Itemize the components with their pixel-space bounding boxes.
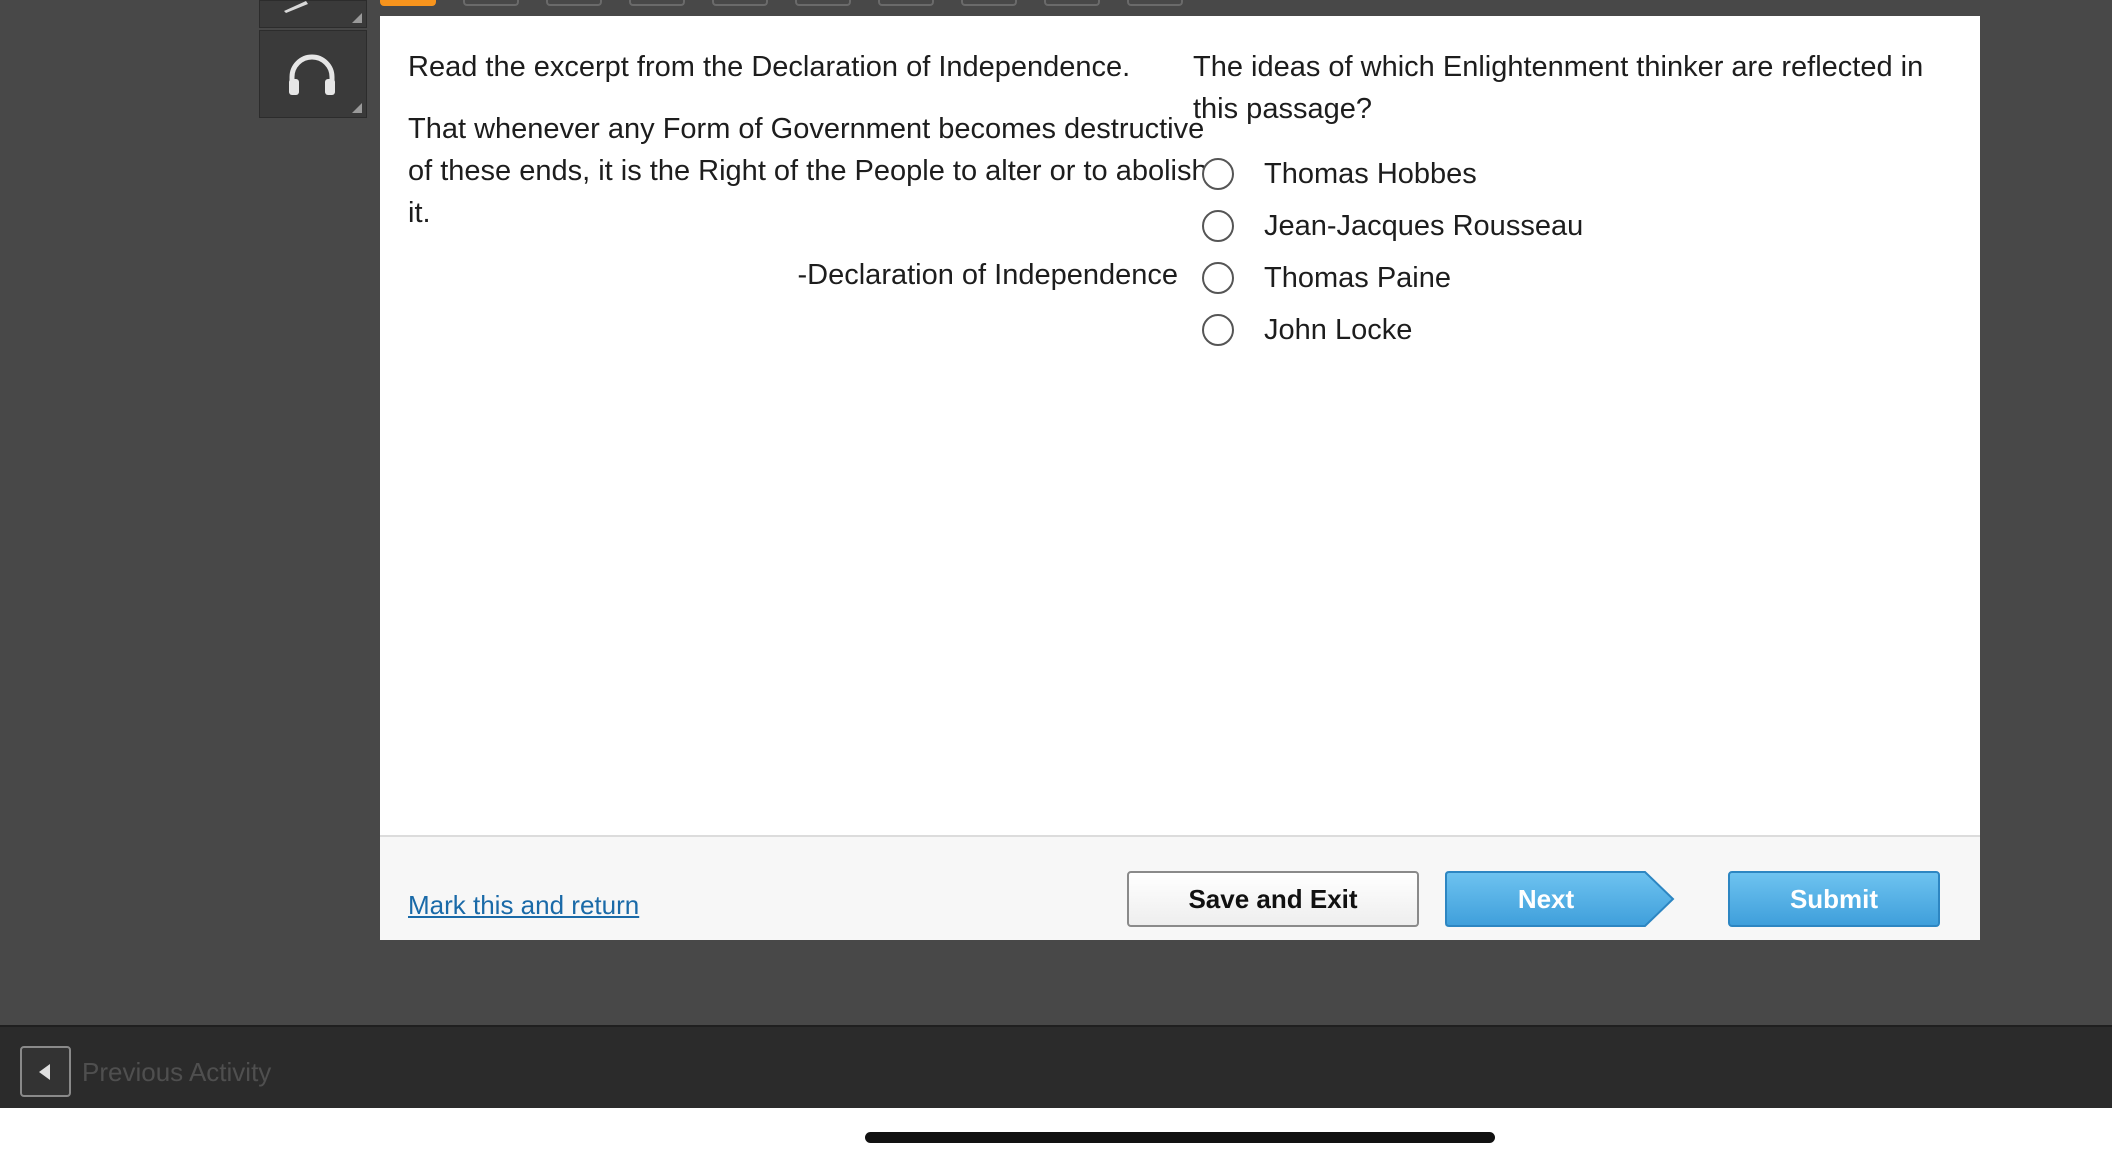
answer-option[interactable]: Thomas Paine [1193, 252, 1963, 304]
option-label: Jean-Jacques Rousseau [1264, 209, 1584, 242]
radio-button[interactable] [1202, 210, 1234, 242]
question-tab[interactable] [380, 0, 436, 6]
question-prompt: The ideas of which Enlightenment thinker… [1193, 51, 1924, 125]
mark-and-return-link[interactable]: Mark this and return [408, 890, 639, 921]
radio-button[interactable] [1202, 314, 1234, 346]
question-footer: Mark this and return Save and Exit Next … [380, 835, 1980, 940]
option-label: Thomas Paine [1264, 261, 1451, 294]
passage-intro: Read the excerpt from the Declaration of… [408, 51, 1131, 83]
question-tab[interactable] [961, 0, 1017, 6]
passage-excerpt: That whenever any Form of Government bec… [408, 113, 1208, 229]
answer-options: Thomas Hobbes Jean-Jacques Rousseau Thom… [1193, 148, 1963, 356]
previous-activity-label: Previous Activity [82, 1057, 272, 1087]
next-button[interactable]: Next [1445, 871, 1675, 927]
radio-button[interactable] [1202, 262, 1234, 294]
question-tab[interactable] [1127, 0, 1183, 6]
question-tab[interactable] [1044, 0, 1100, 6]
tool-menu-corner [352, 13, 362, 23]
pencil-tool-button[interactable] [259, 0, 367, 28]
question-column: The ideas of which Enlightenment thinker… [1193, 46, 1963, 356]
answer-option[interactable]: Thomas Hobbes [1193, 148, 1963, 200]
question-tab[interactable] [546, 0, 602, 6]
next-label: Next [1517, 883, 1575, 914]
answer-option[interactable]: John Locke [1193, 304, 1963, 356]
passage-attribution: -Declaration of Independence [797, 259, 1178, 291]
home-indicator [865, 1132, 1495, 1143]
question-tab[interactable] [629, 0, 685, 6]
passage-column: Read the excerpt from the Declaration of… [408, 46, 1208, 296]
submit-button[interactable]: Submit [1728, 871, 1940, 927]
question-tab[interactable] [463, 0, 519, 6]
chevron-left-icon [39, 1064, 50, 1080]
save-and-exit-button[interactable]: Save and Exit [1127, 871, 1419, 927]
question-panel: Read the excerpt from the Declaration of… [380, 16, 1980, 940]
option-label: Thomas Hobbes [1264, 157, 1477, 190]
app-background: Read the excerpt from the Declaration of… [0, 0, 2112, 1108]
audio-tool-button[interactable] [259, 30, 367, 118]
activity-nav-bar: Previous Activity [0, 1025, 2112, 1108]
answer-option[interactable]: Jean-Jacques Rousseau [1193, 200, 1963, 252]
option-label: John Locke [1264, 313, 1413, 346]
previous-activity-button[interactable] [20, 1046, 71, 1097]
tool-menu-corner [352, 103, 362, 113]
radio-button[interactable] [1202, 158, 1234, 190]
headphones-icon [289, 54, 335, 95]
pencil-icon [284, 1, 308, 13]
question-tab[interactable] [712, 0, 768, 6]
question-tab[interactable] [795, 0, 851, 6]
question-tab[interactable] [878, 0, 934, 6]
tool-column [259, 0, 367, 118]
